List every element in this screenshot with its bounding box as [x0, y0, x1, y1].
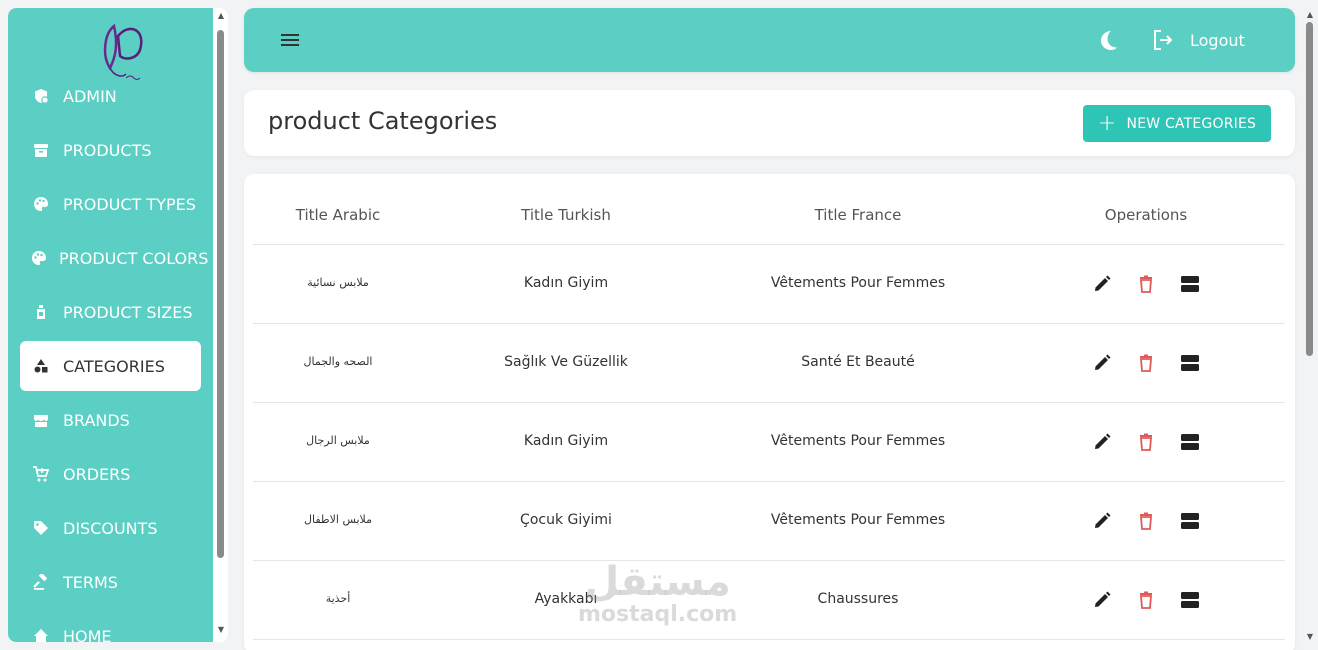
sidebar-item-label: TERMS: [63, 572, 118, 592]
sidebar-container: ADMIN PRODUCTS PRODUCT TYPES PRODUCT COL…: [8, 8, 228, 642]
tag-icon: [31, 518, 51, 538]
cart-icon: [31, 464, 51, 484]
sidebar-item-brands[interactable]: BRANDS: [20, 395, 201, 445]
column-header-title-turkish[interactable]: Title Turkish: [521, 206, 611, 224]
home-icon: [31, 626, 51, 642]
cell-title-turkish: Kadın Giyim: [523, 275, 609, 291]
delete-trash-icon[interactable]: [1135, 352, 1157, 374]
cell-title-france: Chaussures: [817, 591, 899, 607]
sidebar-item-home[interactable]: HOME: [20, 611, 201, 642]
scroll-down-icon[interactable]: ▼: [1305, 632, 1315, 642]
edit-pencil-icon[interactable]: [1091, 589, 1113, 611]
dark-mode-moon-icon[interactable]: [1097, 28, 1121, 52]
app-root: ADMIN PRODUCTS PRODUCT TYPES PRODUCT COL…: [0, 0, 1318, 650]
categories-table: Title Arabic Title Turkish Title France …: [244, 174, 1295, 650]
edit-pencil-icon[interactable]: [1091, 510, 1113, 532]
cell-title-turkish: Ayakkabı: [534, 591, 598, 607]
column-header-title-france[interactable]: Title France: [815, 206, 902, 224]
sidebar-item-orders[interactable]: ORDERS: [20, 449, 201, 499]
details-storage-icon[interactable]: [1179, 273, 1201, 295]
cell-title-france: Vêtements Pour Femmes: [770, 512, 946, 528]
sidebar-item-categories[interactable]: CATEGORIES: [20, 341, 201, 391]
cell-title-turkish: Kadın Giyim: [523, 433, 609, 449]
sidebar-item-admin[interactable]: ADMIN: [20, 71, 201, 121]
sidebar-item-terms[interactable]: TERMS: [20, 557, 201, 607]
bottle-icon: [31, 302, 51, 322]
sidebar-item-products[interactable]: PRODUCTS: [20, 125, 201, 175]
gavel-icon: [31, 572, 51, 592]
cell-title-arabic: الصحه والجمال: [303, 355, 373, 368]
cell-title-turkish: Çocuk Giyimi: [520, 512, 612, 528]
logout-button[interactable]: Logout: [1152, 26, 1245, 54]
table-header: Title Arabic Title Turkish Title France …: [253, 174, 1285, 245]
sidebar-item-discounts[interactable]: DISCOUNTS: [20, 503, 201, 553]
sidebar-item-label: PRODUCT SIZES: [63, 302, 193, 322]
delete-trash-icon[interactable]: [1135, 273, 1157, 295]
sidebar-scrollbar[interactable]: ▲ ▼: [214, 8, 228, 642]
scroll-up-icon[interactable]: ▲: [216, 11, 226, 21]
cell-title-arabic: ملابس الرجال: [306, 434, 370, 447]
delete-trash-icon[interactable]: [1135, 589, 1157, 611]
archive-icon: [31, 140, 51, 160]
edit-pencil-icon[interactable]: [1091, 352, 1113, 374]
cell-title-arabic: أحذية: [325, 592, 351, 605]
cell-title-france: Santé Et Beauté: [801, 354, 915, 370]
cell-title-arabic: ملابس نسائية: [307, 276, 369, 289]
top-bar: Logout: [244, 8, 1295, 72]
sidebar-item-label: CATEGORIES: [63, 356, 165, 376]
palette-icon: [31, 248, 47, 268]
sidebar-item-label: DISCOUNTS: [63, 518, 158, 538]
table-row: الصحه والجمال Sağlık Ve Güzellik Santé E…: [253, 324, 1285, 403]
sidebar-item-label: PRODUCT COLORS: [59, 248, 209, 268]
sidebar-item-label: HOME: [63, 626, 112, 643]
table-row: ملابس نسائية Kadın Giyim Vêtements Pour …: [253, 245, 1285, 324]
scroll-down-icon[interactable]: ▼: [216, 625, 226, 635]
page-header-card: product Categories + NEW CATEGORIES: [244, 90, 1295, 156]
table-row: ملابس الاطفال Çocuk Giyimi Vêtements Pou…: [253, 482, 1285, 561]
sidebar-item-label: ORDERS: [63, 464, 131, 484]
details-storage-icon[interactable]: [1179, 431, 1201, 453]
sidebar-item-product-sizes[interactable]: PRODUCT SIZES: [20, 287, 201, 337]
delete-trash-icon[interactable]: [1135, 431, 1157, 453]
page-title: product Categories: [268, 107, 498, 135]
palette-icon: [31, 194, 51, 214]
sidebar-item-label: BRANDS: [63, 410, 130, 430]
new-categories-button[interactable]: + NEW CATEGORIES: [1083, 105, 1271, 142]
sidebar-item-product-types[interactable]: PRODUCT TYPES: [20, 179, 201, 229]
cell-title-france: Vêtements Pour Femmes: [770, 433, 946, 449]
new-categories-label: NEW CATEGORIES: [1126, 115, 1257, 132]
sidebar-item-label: PRODUCTS: [63, 140, 152, 160]
sidebar-scroll-thumb[interactable]: [217, 30, 224, 558]
table-row: أحذية Ayakkabı Chaussures: [253, 561, 1285, 640]
page-scroll-thumb[interactable]: [1306, 22, 1313, 356]
details-storage-icon[interactable]: [1179, 510, 1201, 532]
cell-title-turkish: Sağlık Ve Güzellik: [504, 354, 628, 370]
edit-pencil-icon[interactable]: [1091, 431, 1113, 453]
sidebar: ADMIN PRODUCTS PRODUCT TYPES PRODUCT COL…: [8, 8, 213, 642]
scroll-up-icon[interactable]: ▲: [1305, 10, 1315, 20]
shapes-icon: [31, 356, 51, 376]
delete-trash-icon[interactable]: [1135, 510, 1157, 532]
logout-icon: [1154, 30, 1173, 50]
logout-label: Logout: [1190, 30, 1245, 50]
table-row: ملابس الرجال Kadın Giyim Vêtements Pour …: [253, 403, 1285, 482]
column-header-title-arabic[interactable]: Title Arabic: [296, 206, 380, 224]
store-icon: [31, 410, 51, 430]
edit-pencil-icon[interactable]: [1091, 273, 1113, 295]
admin-icon: [31, 86, 51, 106]
page-scrollbar[interactable]: ▲ ▼: [1302, 8, 1316, 642]
cell-title-arabic: ملابس الاطفال: [303, 513, 373, 526]
details-storage-icon[interactable]: [1179, 589, 1201, 611]
sidebar-item-label: PRODUCT TYPES: [63, 194, 196, 214]
details-storage-icon[interactable]: [1179, 352, 1201, 374]
hamburger-menu-icon[interactable]: [278, 30, 302, 50]
column-header-operations: Operations: [1104, 206, 1188, 224]
cell-title-france: Vêtements Pour Femmes: [770, 275, 946, 291]
sidebar-item-label: ADMIN: [63, 86, 117, 106]
plus-icon: +: [1097, 110, 1117, 136]
sidebar-item-product-colors[interactable]: PRODUCT COLORS: [20, 233, 208, 283]
